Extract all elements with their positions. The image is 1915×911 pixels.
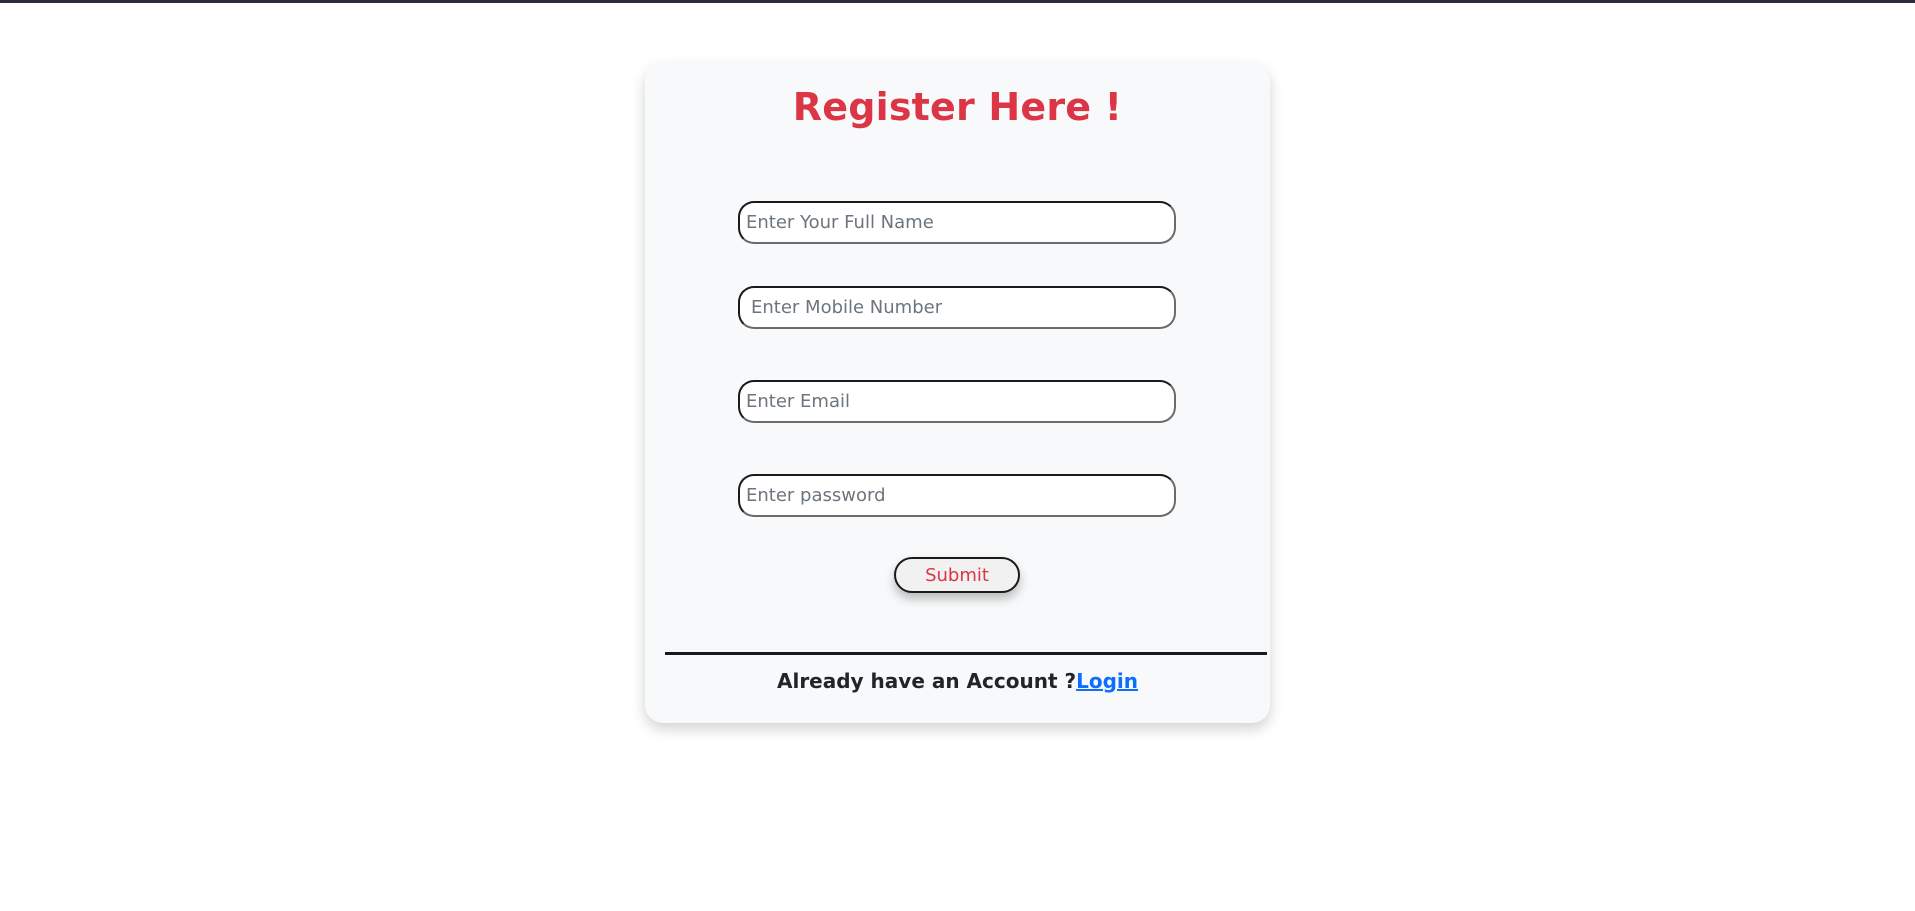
email-input[interactable] — [738, 380, 1176, 423]
top-border-line — [0, 0, 1915, 3]
password-input[interactable] — [738, 474, 1176, 517]
login-prompt-text: Already have an Account ? — [776, 669, 1077, 693]
full-name-input[interactable] — [738, 201, 1176, 244]
divider — [665, 652, 1267, 655]
login-prompt: Already have an Account ?Login — [645, 669, 1270, 693]
page-title: Register Here ! — [792, 85, 1123, 129]
login-link[interactable]: Login — [1076, 669, 1138, 693]
mobile-number-input[interactable] — [738, 286, 1176, 329]
register-card: Register Here ! Submit Already have an A… — [645, 63, 1270, 723]
submit-button[interactable]: Submit — [894, 557, 1020, 593]
